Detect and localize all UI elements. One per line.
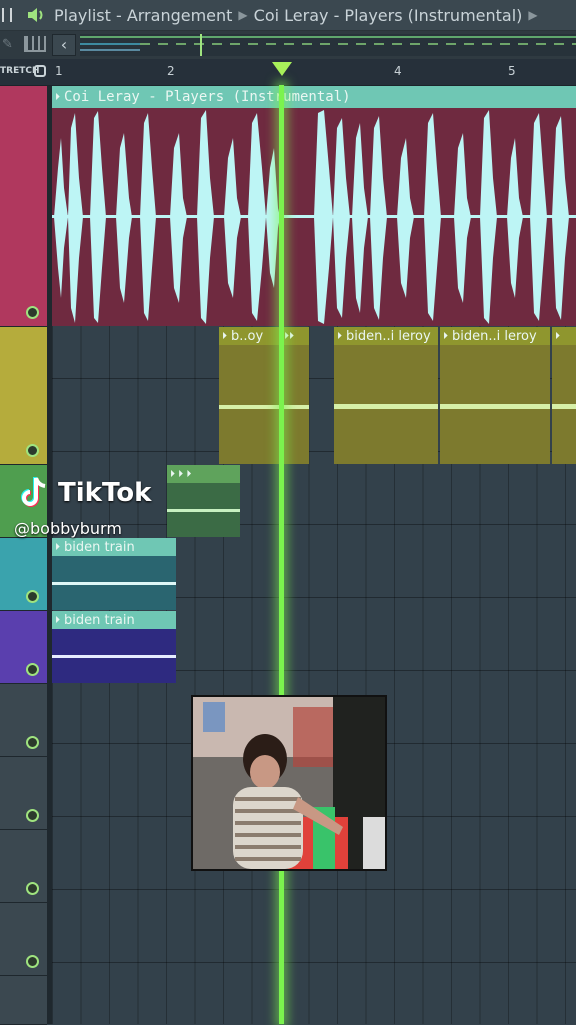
audio-clip-green[interactable]: ⏵ ⏵ ⏵ bbox=[167, 465, 240, 537]
speaker-icon[interactable] bbox=[26, 6, 48, 24]
waveform bbox=[440, 404, 550, 409]
clip-arrow-icon: ⏵⏵ bbox=[284, 330, 294, 342]
timeline-ruler[interactable]: TRETCH 1 2 4 5 bbox=[0, 59, 576, 86]
clip-title: b..oy bbox=[231, 328, 264, 344]
overview-position-marker[interactable] bbox=[200, 34, 202, 56]
clip-title: biden train bbox=[64, 539, 135, 555]
bar-2-label: 2 bbox=[167, 64, 175, 78]
playhead-line[interactable] bbox=[279, 85, 284, 1024]
track-header-5[interactable] bbox=[0, 611, 47, 684]
audio-clip-biden-leroy-2[interactable]: ⏵ biden..i leroy bbox=[440, 327, 550, 464]
piano-icon[interactable] bbox=[24, 36, 46, 52]
clip-title: biden train bbox=[64, 612, 135, 628]
track-header-2[interactable] bbox=[0, 327, 47, 465]
tiktok-watermark: TikTok bbox=[18, 475, 151, 511]
webcam-video bbox=[191, 695, 387, 871]
track-header-6[interactable] bbox=[0, 684, 47, 757]
breadcrumb-separator-icon: ▶ bbox=[238, 8, 248, 22]
clip-arrow-icon: ⏵ bbox=[55, 541, 60, 553]
audio-clip-biden-train-2[interactable]: ⏵ biden train bbox=[52, 611, 176, 683]
audio-clip-boy[interactable]: ⏵ b..oy bbox=[219, 327, 279, 464]
waveform bbox=[167, 509, 240, 512]
title-bar: Playlist - Arrangement ▶ Coi Leray - Pla… bbox=[0, 0, 576, 31]
track-enable-icon[interactable] bbox=[26, 809, 39, 822]
bar-1-label: 1 bbox=[55, 64, 63, 78]
tiktok-logo-icon bbox=[21, 477, 46, 507]
clip-title: Coi Leray - Players (Instrumental) bbox=[64, 89, 351, 105]
clip-arrow-icon: ⏵ bbox=[337, 330, 342, 342]
clip-arrow-icon: ⏵ bbox=[222, 330, 227, 342]
stretch-toggle[interactable] bbox=[34, 65, 46, 77]
track-enable-icon[interactable] bbox=[26, 444, 39, 457]
track-enable-icon[interactable] bbox=[26, 306, 39, 319]
track-enable-icon[interactable] bbox=[26, 590, 39, 603]
clip-arrow-icon: ⏵ bbox=[443, 330, 448, 342]
bar-5-label: 5 bbox=[508, 64, 516, 78]
track-enable-icon[interactable] bbox=[26, 736, 39, 749]
track-header-4[interactable] bbox=[0, 538, 47, 611]
bar-4-label: 4 bbox=[394, 64, 402, 78]
waveform bbox=[52, 655, 176, 658]
waveform bbox=[334, 404, 438, 409]
menu-icon[interactable] bbox=[2, 8, 12, 22]
scroll-left-button[interactable]: ‹ bbox=[52, 34, 76, 56]
waveform bbox=[552, 404, 576, 409]
track-enable-icon[interactable] bbox=[26, 663, 39, 676]
audio-clip-biden-train-1[interactable]: ⏵ biden train bbox=[52, 538, 176, 610]
clip-title: biden..i leroy bbox=[346, 328, 431, 344]
creator-handle: @bobbyburm bbox=[14, 519, 122, 538]
clip-arrow-icon: ⏵ bbox=[55, 614, 60, 626]
track-header-1[interactable] bbox=[0, 86, 47, 327]
track-header-8[interactable] bbox=[0, 830, 47, 903]
audio-clip-boy-tail[interactable]: ⏵⏵ bbox=[281, 327, 309, 464]
track-enable-icon[interactable] bbox=[26, 955, 39, 968]
track-enable-icon[interactable] bbox=[26, 882, 39, 895]
audio-clip-biden-leroy-1[interactable]: ⏵ biden..i leroy bbox=[334, 327, 438, 464]
audio-clip-end[interactable]: ⏵ bbox=[552, 327, 576, 464]
track-header-7[interactable] bbox=[0, 757, 47, 830]
waveform bbox=[281, 405, 309, 409]
breadcrumb-arrow-icon[interactable]: ▶ bbox=[528, 8, 537, 22]
track-header-10[interactable] bbox=[0, 976, 47, 1025]
overview-scrollbar[interactable] bbox=[80, 34, 576, 56]
window-title: Playlist - Arrangement bbox=[54, 5, 233, 25]
playhead-marker-icon[interactable] bbox=[271, 61, 293, 77]
clip-arrow-icon: ⏵ bbox=[55, 91, 60, 103]
tiktok-brand: TikTok bbox=[58, 478, 152, 508]
track-header-9[interactable] bbox=[0, 903, 47, 976]
clip-arrow-icon: ⏵ ⏵ ⏵ bbox=[170, 468, 192, 480]
waveform bbox=[219, 405, 279, 409]
waveform bbox=[52, 582, 176, 585]
clip-arrow-icon: ⏵ bbox=[555, 330, 560, 342]
clip-title: biden..i leroy bbox=[452, 328, 537, 344]
toolbar: ✎ ‹ bbox=[0, 31, 576, 59]
pattern-title[interactable]: Coi Leray - Players (Instrumental) bbox=[254, 6, 523, 25]
audio-clip-instrumental[interactable]: ⏵ Coi Leray - Players (Instrumental) bbox=[52, 86, 576, 326]
pencil-icon[interactable]: ✎ bbox=[2, 37, 16, 52]
waveform bbox=[52, 110, 576, 324]
